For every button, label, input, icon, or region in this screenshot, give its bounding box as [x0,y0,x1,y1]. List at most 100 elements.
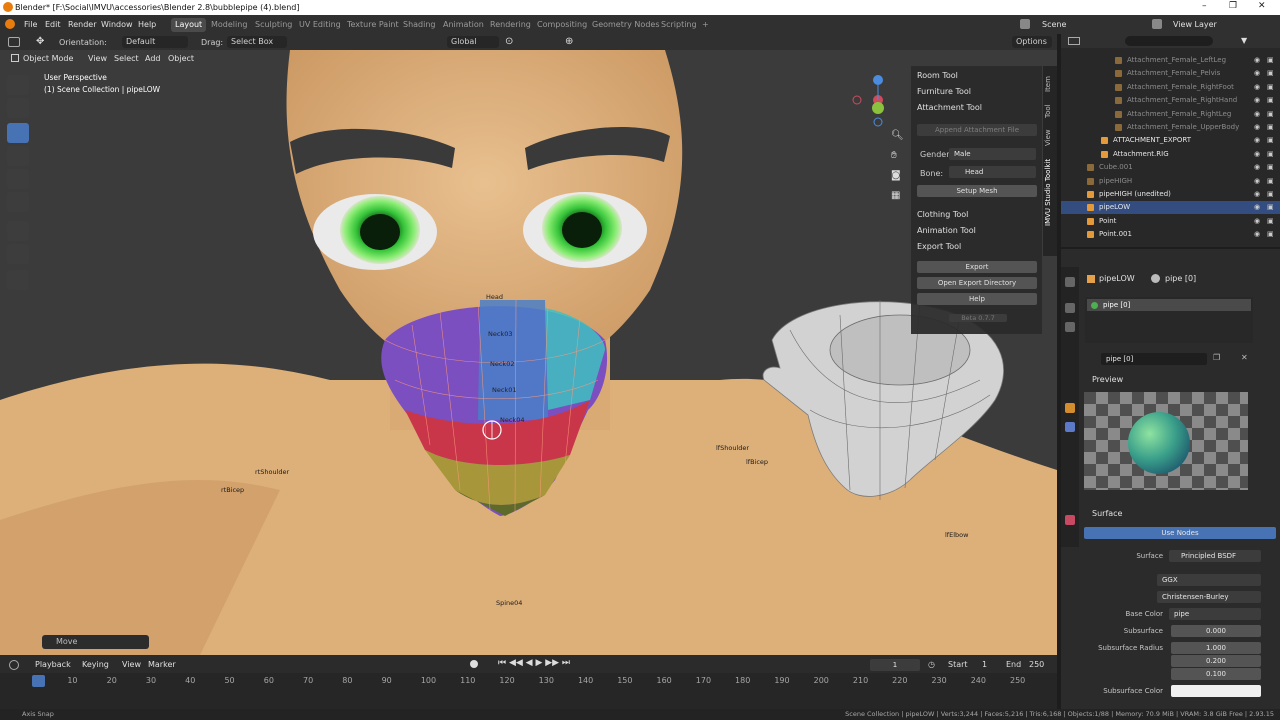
tab-view[interactable]: View [1044,129,1052,146]
blender-menu-icon[interactable] [5,19,15,29]
menu-object[interactable]: Object [168,54,194,63]
visibility-eye-icon[interactable]: ◉ [1254,163,1260,171]
tab-tool[interactable]: Tool [1044,104,1052,118]
transform-pivot-icon[interactable]: ✥ [36,36,44,47]
editor-type-icon[interactable] [8,37,20,47]
menu-render[interactable]: Render [68,20,96,29]
render-camera-icon[interactable]: ▣ [1267,217,1274,225]
base-color-field[interactable]: pipe [1169,608,1261,620]
grid-icon[interactable]: ▦ [891,190,900,201]
distribution-dropdown[interactable]: GGX [1157,574,1261,586]
visibility-eye-icon[interactable]: ◉ [1254,83,1260,91]
object-mode-dropdown[interactable]: Object Mode [23,54,73,63]
export-tool-section[interactable]: Export Tool [917,242,961,251]
render-camera-icon[interactable]: ▣ [1267,190,1274,198]
render-camera-icon[interactable]: ▣ [1267,163,1274,171]
outliner-row[interactable]: Attachment_Female_Pelvis ◉ ▣ [1061,67,1280,80]
render-camera-icon[interactable]: ▣ [1267,110,1274,118]
outliner-search-input[interactable] [1125,36,1213,46]
render-props-icon[interactable] [1065,303,1075,313]
visibility-eye-icon[interactable]: ◉ [1254,69,1260,77]
room-tool-section[interactable]: Room Tool [917,71,958,80]
orientation-dropdown[interactable]: Default [122,36,188,48]
visibility-eye-icon[interactable]: ◉ [1254,230,1260,238]
visibility-eye-icon[interactable]: ◉ [1254,123,1260,131]
tab-modeling[interactable]: Modeling [207,18,251,32]
menu-window[interactable]: Window [101,20,133,29]
outliner-row[interactable]: pipeHIGH (unedited) ◉ ▣ [1061,188,1280,201]
visibility-eye-icon[interactable]: ◉ [1254,96,1260,104]
render-camera-icon[interactable]: ▣ [1267,150,1274,158]
tab-shading[interactable]: Shading [399,18,440,32]
close-icon[interactable]: ✕ [1258,1,1266,11]
tab-uv-editing[interactable]: UV Editing [295,18,345,32]
use-nodes-button[interactable]: Use Nodes [1084,527,1276,539]
add-cube-tool-icon[interactable] [7,270,29,290]
maximize-icon[interactable]: ❐ [1229,1,1237,11]
tab-layout[interactable]: Layout [171,18,207,32]
animation-tool-section[interactable]: Animation Tool [917,226,976,235]
outliner-editor-icon[interactable] [1068,37,1080,45]
scene-selector[interactable]: Scene [1042,20,1066,29]
menu-file[interactable]: File [24,20,37,29]
outliner-row[interactable]: Attachment_Female_RightFoot ◉ ▣ [1061,81,1280,94]
furniture-tool-section[interactable]: Furniture Tool [917,87,971,96]
tab-rendering[interactable]: Rendering [486,18,535,32]
render-camera-icon[interactable]: ▣ [1267,56,1274,64]
render-camera-icon[interactable]: ▣ [1267,69,1274,77]
proportional-edit-icon[interactable]: ⊕ [565,36,573,47]
render-camera-icon[interactable]: ▣ [1267,230,1274,238]
gender-dropdown[interactable]: Male [949,148,1036,160]
visibility-eye-icon[interactable]: ◉ [1254,190,1260,198]
material-props-icon[interactable] [1065,515,1075,525]
material-slot-list[interactable]: pipe [0] [1085,297,1253,343]
help-button[interactable]: Help [917,293,1037,305]
zoom-icon[interactable]: 🔍︎ [891,130,904,141]
visibility-eye-icon[interactable]: ◉ [1254,217,1260,225]
3d-viewport[interactable]: User Perspective (1) Scene Collection | … [0,50,1057,655]
material-slot-item[interactable]: pipe [0] [1087,299,1251,311]
tab-scripting[interactable]: Scripting [657,18,701,32]
transform-orientation-dropdown[interactable]: Global [447,36,499,48]
bone-field[interactable]: Head [949,166,1036,178]
playhead[interactable] [32,675,45,687]
menu-select[interactable]: Select [114,54,139,63]
outliner-row[interactable]: Attachment_Female_RightHand ◉ ▣ [1061,94,1280,107]
menu-edit[interactable]: Edit [45,20,61,29]
unlink-material-icon[interactable]: ✕ [1241,353,1248,362]
export-button[interactable]: Export [917,261,1037,273]
outliner-row[interactable]: pipeHIGH ◉ ▣ [1061,175,1280,188]
render-camera-icon[interactable]: ▣ [1267,96,1274,104]
preview-panel-header[interactable]: Preview [1092,375,1123,384]
clothing-tool-section[interactable]: Clothing Tool [917,210,968,219]
subsurface-color-swatch[interactable] [1171,685,1261,697]
filter-icon[interactable]: ▼ [1241,36,1247,45]
object-props-icon[interactable] [1065,403,1075,413]
tab-compositing[interactable]: Compositing [533,18,591,32]
tab-animation[interactable]: Animation [439,18,488,32]
setup-mesh-button[interactable]: Setup Mesh [917,185,1037,197]
render-camera-icon[interactable]: ▣ [1267,83,1274,91]
subsurface-radius-y[interactable]: 0.200 [1171,655,1261,667]
material-selector[interactable]: pipe [0] [1101,353,1207,365]
options-dropdown[interactable]: Options [1012,36,1052,48]
visibility-eye-icon[interactable]: ◉ [1254,177,1260,185]
minimize-icon[interactable]: – [1202,1,1207,11]
outliner-row[interactable]: pipeLOW ◉ ▣ [1061,201,1280,215]
tab-sculpting[interactable]: Sculpting [251,18,296,32]
visibility-eye-icon[interactable]: ◉ [1254,203,1260,211]
tool-props-icon[interactable] [1065,277,1075,287]
surface-panel-header[interactable]: Surface [1092,509,1122,518]
outliner-row[interactable]: Attachment.RIG ◉ ▣ [1061,148,1280,161]
outliner-row[interactable]: Attachment_Female_UpperBody ◉ ▣ [1061,121,1280,134]
render-camera-icon[interactable]: ▣ [1267,123,1274,131]
tab-imvu-studio-toolkit[interactable]: IMVU Studio Toolkit [1044,159,1052,226]
menu-add[interactable]: Add [145,54,161,63]
tab-geometry-nodes[interactable]: Geometry Nodes [588,18,663,32]
outliner-row[interactable]: Attachment_Female_LeftLeg ◉ ▣ [1061,54,1280,67]
output-props-icon[interactable] [1065,322,1075,332]
outliner-row[interactable]: Cube.001 ◉ ▣ [1061,161,1280,174]
render-camera-icon[interactable]: ▣ [1267,177,1274,185]
camera-icon[interactable]: ◙ [891,170,901,181]
render-camera-icon[interactable]: ▣ [1267,203,1274,211]
